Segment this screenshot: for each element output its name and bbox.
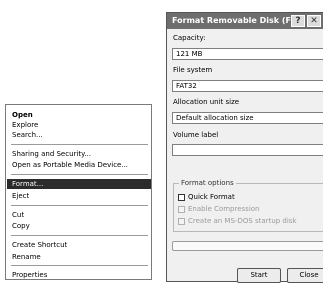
dialog-title: Format Removable Disk (F:) [172, 16, 298, 25]
menu-item-eject[interactable]: Eject [12, 191, 150, 201]
menu-item-cut[interactable]: Cut [12, 210, 150, 220]
menu-separator [11, 235, 148, 236]
checkbox-icon [178, 217, 185, 225]
allocation-label: Allocation unit size [173, 98, 240, 106]
menu-separator [11, 144, 148, 145]
menu-item-search[interactable]: Search... [12, 130, 150, 140]
format-options-legend: Format options [179, 179, 236, 187]
checkbox-icon [178, 205, 185, 213]
menu-item-copy[interactable]: Copy [12, 221, 150, 231]
close-icon[interactable]: ✕ [307, 15, 321, 27]
enable-compression-label: Enable Compression [188, 205, 260, 213]
help-icon[interactable]: ? [291, 15, 305, 27]
menu-item-portable-media[interactable]: Open as Portable Media Device... [12, 160, 150, 170]
capacity-select[interactable]: 121 MB ▼ [172, 48, 323, 60]
file-system-value: FAT32 [176, 82, 197, 90]
format-progress-bar [172, 241, 323, 251]
menu-item-sharing-security[interactable]: Sharing and Security... [12, 149, 150, 159]
menu-item-rename[interactable]: Rename [12, 252, 150, 262]
start-button[interactable]: Start [237, 268, 281, 283]
capacity-label: Capacity: [173, 34, 206, 42]
menu-separator [11, 265, 148, 266]
file-system-select[interactable]: FAT32 ▼ [172, 80, 323, 92]
menu-item-format[interactable]: Format... [7, 179, 151, 189]
allocation-value: Default allocation size [176, 114, 254, 122]
menu-separator [11, 205, 148, 206]
menu-item-properties[interactable]: Properties [12, 270, 150, 280]
msdos-startup-label: Create an MS-DOS startup disk [188, 217, 297, 225]
menu-item-explore[interactable]: Explore [12, 120, 150, 130]
volume-label-label: Volume label [173, 131, 219, 139]
format-options-group: Format options Quick Format Enable Compr… [173, 179, 323, 232]
close-button[interactable]: Close [287, 268, 323, 283]
quick-format-checkbox[interactable]: Quick Format [178, 193, 235, 201]
checkbox-icon [178, 193, 185, 201]
menu-separator [11, 174, 148, 175]
enable-compression-checkbox[interactable]: Enable Compression [178, 205, 260, 213]
menu-item-create-shortcut[interactable]: Create Shortcut [12, 240, 150, 250]
context-menu: Open Explore Search... Sharing and Secur… [5, 104, 152, 280]
allocation-select[interactable]: Default allocation size ▼ [172, 112, 323, 124]
format-dialog: Format Removable Disk (F:) ? ✕ Capacity:… [166, 12, 323, 283]
menu-item-open[interactable]: Open [12, 110, 150, 120]
msdos-startup-checkbox[interactable]: Create an MS-DOS startup disk [178, 217, 297, 225]
volume-label-input[interactable] [172, 144, 323, 156]
capacity-value: 121 MB [176, 50, 203, 58]
file-system-label: File system [173, 66, 213, 74]
quick-format-label: Quick Format [188, 193, 235, 201]
